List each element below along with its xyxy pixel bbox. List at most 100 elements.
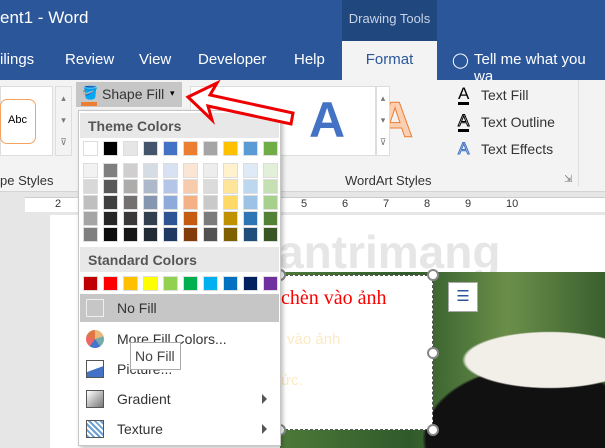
resize-handle[interactable] [427, 269, 439, 281]
theme-shade-swatch[interactable] [143, 211, 158, 226]
theme-color-swatch[interactable] [163, 141, 178, 156]
standard-color-swatch[interactable] [243, 276, 258, 291]
theme-shade-swatch[interactable] [163, 227, 178, 242]
standard-color-swatch[interactable] [123, 276, 138, 291]
theme-shade-swatch[interactable] [103, 211, 118, 226]
gradient-item[interactable]: Gradient [80, 385, 279, 413]
theme-color-swatch[interactable] [243, 141, 258, 156]
tab-help[interactable]: Help [294, 51, 325, 68]
theme-color-swatch[interactable] [123, 141, 138, 156]
theme-shade-swatch[interactable] [183, 179, 198, 194]
standard-color-swatch[interactable] [263, 276, 278, 291]
theme-shade-swatch[interactable] [83, 179, 98, 194]
theme-shade-swatch[interactable] [163, 211, 178, 226]
theme-shade-swatch[interactable] [223, 195, 238, 210]
title-bar: ent1 - Word Drawing Tools [0, 0, 605, 41]
standard-color-swatch[interactable] [163, 276, 178, 291]
theme-shade-swatch[interactable] [103, 179, 118, 194]
theme-color-swatch[interactable] [223, 141, 238, 156]
texture-item[interactable]: Texture [80, 415, 279, 443]
theme-shade-swatch[interactable] [203, 211, 218, 226]
theme-shade-swatch[interactable] [203, 195, 218, 210]
shape-style-preset[interactable]: Abc [0, 99, 36, 144]
theme-shade-swatch[interactable] [223, 179, 238, 194]
theme-shade-swatch[interactable] [143, 227, 158, 242]
theme-shade-swatch[interactable] [123, 179, 138, 194]
theme-shade-swatch[interactable] [263, 211, 278, 226]
theme-shade-swatch[interactable] [203, 163, 218, 178]
standard-color-swatch[interactable] [143, 276, 158, 291]
theme-shade-swatch[interactable] [123, 227, 138, 242]
ruler-tick-label: 5 [301, 198, 308, 210]
theme-shade-swatch[interactable] [263, 179, 278, 194]
dialog-launcher-icon[interactable]: ⇲ [564, 174, 572, 185]
theme-shade-swatch[interactable] [83, 163, 98, 178]
standard-color-swatch[interactable] [203, 276, 218, 291]
theme-shade-swatch[interactable] [143, 163, 158, 178]
theme-shade-swatch[interactable] [83, 211, 98, 226]
theme-shade-swatch[interactable] [163, 163, 178, 178]
standard-color-swatch[interactable] [183, 276, 198, 291]
theme-shade-swatch[interactable] [263, 227, 278, 242]
theme-shade-swatch[interactable] [103, 227, 118, 242]
no-fill-item[interactable]: No Fill [80, 294, 279, 322]
color-wheel-icon [86, 330, 104, 348]
text-effects-button[interactable]: Text Effects [481, 141, 553, 157]
tab-view[interactable]: View [139, 51, 171, 68]
theme-shade-swatch[interactable] [163, 195, 178, 210]
text-box[interactable]: chèn vào ảnh vào ảnh ức. [274, 269, 439, 436]
standard-color-swatch[interactable] [223, 276, 238, 291]
theme-shade-swatch[interactable] [203, 227, 218, 242]
theme-shade-swatch[interactable] [263, 195, 278, 210]
theme-shade-swatch[interactable] [263, 163, 278, 178]
resize-handle[interactable] [427, 424, 439, 436]
window-title: ent1 - Word [0, 8, 89, 27]
theme-color-swatch[interactable] [83, 141, 98, 156]
text-fill-button[interactable]: Text Fill [481, 87, 528, 103]
theme-shade-swatch[interactable] [103, 195, 118, 210]
theme-shade-swatch[interactable] [243, 227, 258, 242]
text-outline-button[interactable]: Text Outline [481, 114, 555, 130]
theme-shade-swatch[interactable] [183, 195, 198, 210]
theme-color-swatch[interactable] [263, 141, 278, 156]
theme-shade-swatch[interactable] [123, 211, 138, 226]
theme-shade-swatch[interactable] [123, 195, 138, 210]
tab-format[interactable]: Format [342, 41, 437, 80]
theme-shade-swatch[interactable] [163, 179, 178, 194]
wordart-blue[interactable]: A [309, 91, 345, 149]
theme-color-swatch[interactable] [183, 141, 198, 156]
theme-shade-swatch[interactable] [183, 227, 198, 242]
theme-shade-swatch[interactable] [243, 195, 258, 210]
theme-shade-swatch[interactable] [243, 211, 258, 226]
theme-shade-swatch[interactable] [83, 195, 98, 210]
theme-color-swatch[interactable] [203, 141, 218, 156]
theme-color-swatch[interactable] [103, 141, 118, 156]
standard-color-swatch[interactable] [103, 276, 118, 291]
standard-color-swatch[interactable] [83, 276, 98, 291]
tab-developer[interactable]: Developer [198, 51, 266, 68]
theme-shade-swatch[interactable] [243, 163, 258, 178]
theme-shade-swatch[interactable] [183, 163, 198, 178]
theme-shade-swatch[interactable] [223, 227, 238, 242]
theme-shade-swatch[interactable] [203, 179, 218, 194]
theme-shade-swatch[interactable] [183, 211, 198, 226]
shape-styles-scroll[interactable]: ▴ ▾ ⊽ [55, 86, 72, 156]
watermark: uantrimang [250, 226, 501, 278]
theme-shade-swatch[interactable] [243, 179, 258, 194]
tab-review[interactable]: Review [65, 51, 114, 68]
shape-fill-button[interactable]: 🪣 Shape Fill ▾ [76, 82, 182, 107]
text-effects-icon: A [457, 139, 470, 159]
theme-color-swatch[interactable] [143, 141, 158, 156]
theme-shade-swatch[interactable] [223, 211, 238, 226]
ruler-tick-label: 9 [465, 198, 472, 210]
wordart-scroll[interactable]: ▴ ▾ ⊽ [376, 86, 390, 156]
theme-shade-swatch[interactable] [123, 163, 138, 178]
theme-shade-swatch[interactable] [143, 195, 158, 210]
layout-options-icon[interactable]: ☰ [448, 282, 478, 312]
theme-shade-swatch[interactable] [83, 227, 98, 242]
theme-shade-swatch[interactable] [103, 163, 118, 178]
resize-handle[interactable] [427, 347, 439, 359]
theme-shade-swatch[interactable] [143, 179, 158, 194]
tab-mailings[interactable]: ilings [0, 51, 34, 68]
theme-shade-swatch[interactable] [223, 163, 238, 178]
